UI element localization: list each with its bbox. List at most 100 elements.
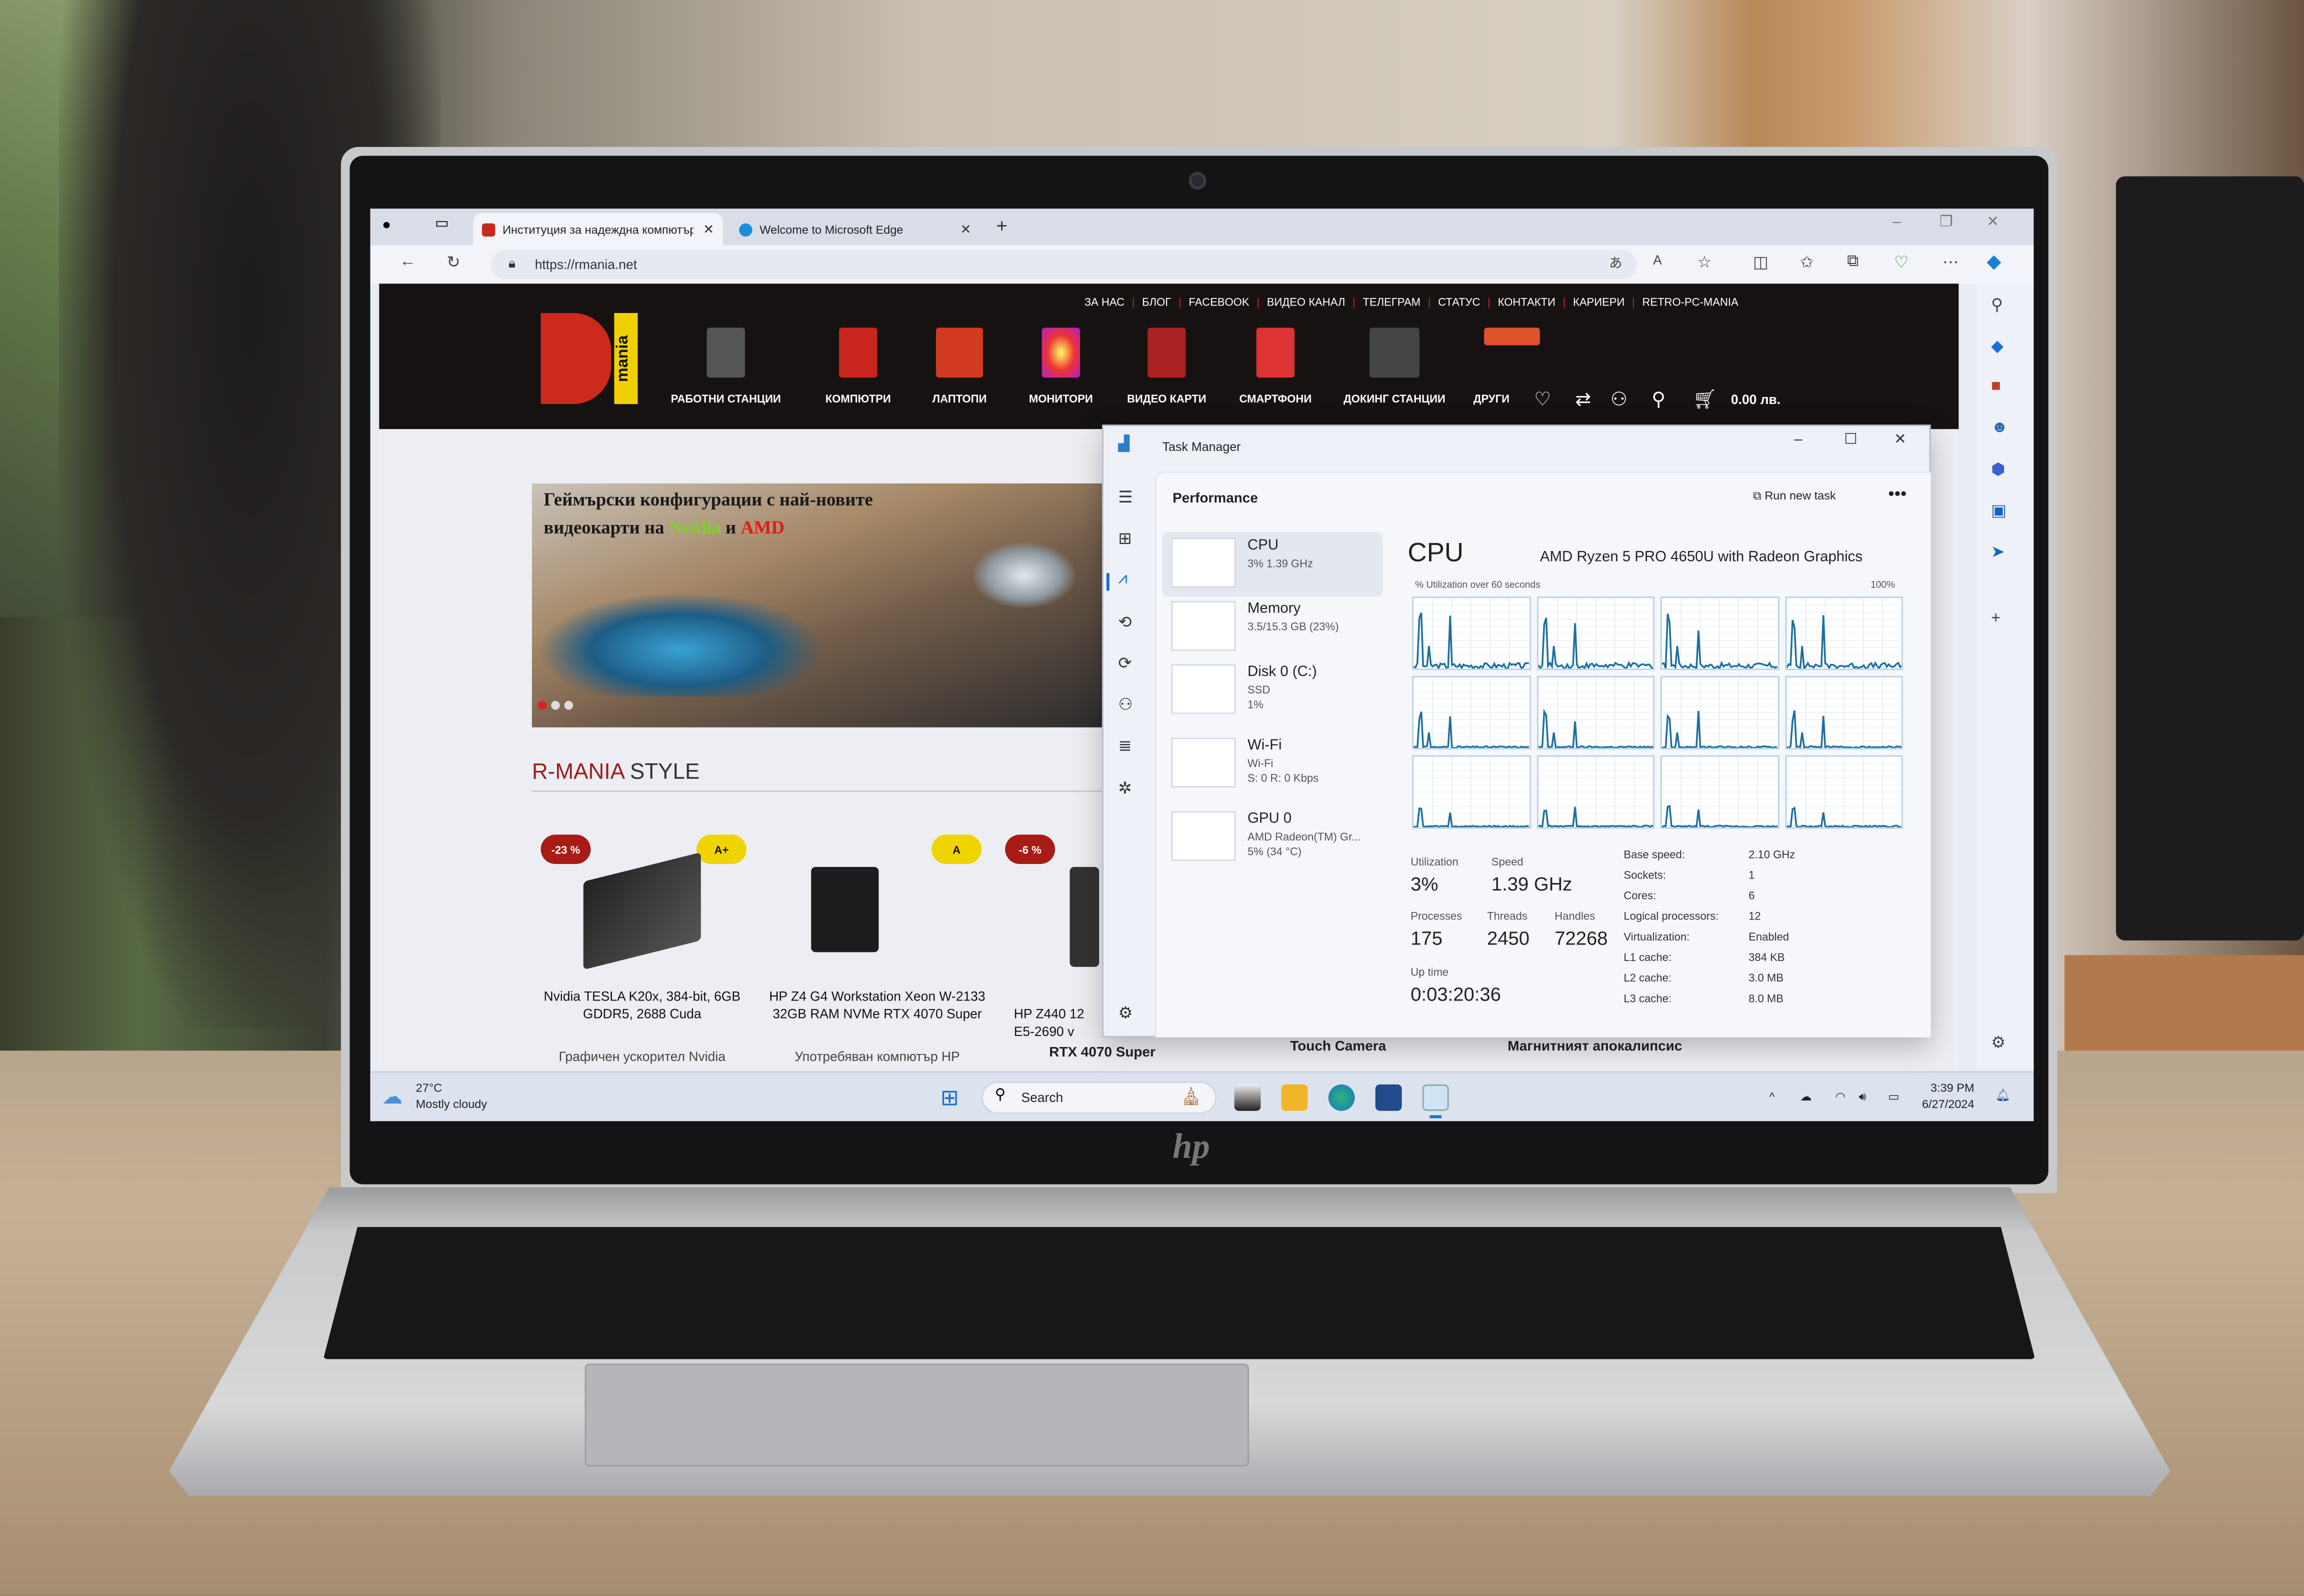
tab-actions-icon[interactable]: ▭ (435, 216, 449, 232)
minimize-icon[interactable]: – (1892, 214, 1900, 230)
close-window-icon[interactable]: ✕ (1986, 214, 1999, 230)
edge-icon[interactable] (1328, 1084, 1355, 1111)
clock[interactable]: 3:39 PM 6/27/2024 (1922, 1080, 1974, 1112)
more-options-button[interactable]: ••• (1888, 484, 1906, 504)
category-computers[interactable]: КОМПЮТРИ (800, 328, 917, 406)
maximize-icon[interactable]: ❐ (1940, 214, 1952, 230)
category-smartphones[interactable]: СМАРТФОНИ (1216, 328, 1334, 406)
cart-icon[interactable]: 🛒︎ (1692, 388, 1717, 412)
rmania-logo[interactable] (540, 312, 612, 404)
carousel-dots[interactable] (538, 700, 574, 710)
split-screen-icon[interactable]: ◫ (1753, 252, 1768, 272)
run-new-task-button[interactable]: ⧉ Run new task (1753, 490, 1836, 504)
address-bar[interactable]: 🔒︎ https://rmania.net (490, 250, 1637, 280)
favorite-star-icon[interactable]: ☆ (1697, 252, 1712, 272)
volume-icon[interactable]: 🔊︎ (1859, 1089, 1866, 1105)
hero-banner[interactable]: Геймърски конфигурации с най-новите виде… (532, 483, 1108, 728)
store-icon[interactable] (1375, 1084, 1402, 1111)
link-careers[interactable]: КАРИЕРИ (1573, 296, 1624, 308)
favorites-icon[interactable]: ✩ (1800, 252, 1814, 272)
close-tab-icon[interactable]: ✕ (703, 221, 714, 237)
hamburger-menu-icon[interactable]: ☰ (1118, 488, 1132, 507)
date: 6/27/2024 (1922, 1098, 1974, 1111)
performance-icon[interactable]: ⩘ (1118, 570, 1127, 589)
account-icon[interactable]: ⚇ (1610, 388, 1628, 412)
category-docking[interactable]: ДОКИНГ СТАНЦИИ (1336, 328, 1453, 406)
processes-icon[interactable]: ⊞ (1118, 529, 1132, 548)
windows-start-icon[interactable]: ⊞ (940, 1084, 959, 1111)
send-icon[interactable]: ➤ (1991, 542, 2004, 561)
tab-rmania[interactable]: Институция за надеждна компютърна техник… (473, 213, 723, 246)
gear-icon[interactable]: ⚙ (1991, 1033, 2006, 1052)
refresh-icon[interactable]: ↻ (446, 252, 460, 272)
product-name[interactable]: Nvidia TESLA K20x, 384-bit, 6GB GDDR5, 2… (532, 988, 752, 1023)
resource-item-memory[interactable]: Memory 3.5/15.3 GB (23%) (1162, 595, 1383, 660)
link-facebook[interactable]: FACEBOOK (1188, 296, 1249, 308)
settings-more-icon[interactable]: ⋯ (1942, 252, 1958, 272)
category-workstations[interactable]: РАБОТНИ СТАНЦИИ (667, 328, 784, 406)
weather-cloud-icon[interactable]: ☁ (382, 1084, 402, 1110)
search-icon[interactable]: ⚲ (1652, 388, 1666, 412)
tab-edge-welcome[interactable]: Welcome to Microsoft Edge ✕ (730, 213, 980, 246)
link-contacts[interactable]: КОНТАКТИ (1498, 296, 1556, 308)
cart-total[interactable]: 0.00 лв. (1731, 392, 1780, 407)
link-blog[interactable]: БЛОГ (1142, 296, 1171, 308)
task-view-icon[interactable] (1234, 1084, 1261, 1111)
product-name[interactable]: HP Z440 12 E5-2690 v (1014, 1005, 1102, 1040)
back-icon[interactable]: ← (400, 252, 416, 270)
tools-icon[interactable]: ■ (1991, 378, 2001, 395)
resource-item-disk[interactable]: Disk 0 (C:) SSD 1% (1162, 658, 1383, 723)
new-tab-button[interactable]: + (996, 214, 1008, 236)
app-history-icon[interactable]: ⟲ (1118, 612, 1132, 632)
compare-icon[interactable]: ⇄ (1575, 388, 1591, 412)
services-icon[interactable]: ✲ (1118, 779, 1132, 798)
translate-icon[interactable]: あ (1609, 252, 1622, 272)
startup-apps-icon[interactable]: ⟳ (1118, 654, 1132, 673)
product-name[interactable]: HP Z4 G4 Workstation Xeon W-2133 32GB RA… (767, 988, 988, 1023)
link-retro[interactable]: RETRO-PC-MANIA (1642, 296, 1738, 308)
category-laptops[interactable]: ЛАПТОПИ (900, 328, 1018, 406)
file-explorer-icon[interactable] (1281, 1084, 1308, 1111)
link-video[interactable]: ВИДЕО КАНАЛ (1267, 296, 1346, 308)
resource-item-gpu[interactable]: GPU 0 AMD Radeon(TM) Gr... 5% (34 °C) (1162, 805, 1383, 870)
minimize-icon[interactable]: – (1794, 432, 1802, 448)
battery-icon[interactable]: ▭ (1888, 1089, 1899, 1105)
resource-item-wifi[interactable]: Wi-Fi Wi-Fi S: 0 R: 0 Kbps (1162, 732, 1383, 796)
tray-chevron-icon[interactable]: ^ (1769, 1089, 1774, 1105)
category-other[interactable]: ДРУГИ (1448, 328, 1540, 406)
onedrive-icon[interactable]: ☁ (1800, 1089, 1812, 1105)
link-about[interactable]: ЗА НАС (1084, 296, 1124, 308)
copilot-icon[interactable]: ◆ (1986, 250, 2001, 274)
category-monitors[interactable]: МОНИТОРИ (1002, 328, 1120, 406)
weather-widget[interactable]: 27°C Mostly cloudy (416, 1080, 487, 1112)
collections-icon[interactable]: ⧉ (1847, 252, 1858, 272)
read-aloud-icon[interactable]: A (1653, 252, 1662, 267)
details-icon[interactable]: ≣ (1118, 736, 1132, 755)
search-icon[interactable]: ⚲ (1991, 296, 2003, 314)
maximize-icon[interactable]: ☐ (1844, 432, 1857, 448)
taskbar-search[interactable]: ⚲ Search ⛪︎ (982, 1081, 1217, 1114)
people-icon[interactable]: ☻ (1991, 419, 2008, 436)
product-name[interactable]: RTX 4070 Super (1049, 1044, 1156, 1060)
resource-item-cpu[interactable]: CPU 3% 1.39 GHz (1162, 532, 1383, 597)
outlook-icon[interactable]: ▣ (1991, 501, 2006, 520)
add-icon[interactable]: + (1991, 610, 2000, 628)
product-name[interactable]: Touch Camera (1290, 1039, 1386, 1055)
task-manager-icon[interactable] (1422, 1084, 1449, 1111)
wishlist-heart-icon[interactable]: ♡ (1534, 388, 1551, 412)
product-name[interactable]: Магнитният апокалипсис (1508, 1039, 1682, 1055)
wifi-icon[interactable]: ◠ (1836, 1089, 1846, 1105)
profile-icon[interactable]: ● (382, 218, 391, 234)
settings-gear-icon[interactable]: ⚙ (1118, 1004, 1132, 1022)
close-tab-icon[interactable]: ✕ (960, 221, 971, 237)
link-status[interactable]: СТАТУС (1438, 296, 1480, 308)
browser-essentials-icon[interactable]: ♡ (1894, 252, 1908, 272)
close-icon[interactable]: ✕ (1894, 432, 1906, 448)
task-manager-window[interactable]: ▟ Task Manager – ☐ ✕ ☰ ⊞ ⩘ ⟲ ⟳ ⚇ ≣ ✲ ⚙ P… (1102, 424, 1931, 1038)
shopping-tag-icon[interactable]: ◆ (1991, 336, 2004, 356)
link-telegram[interactable]: ТЕЛЕГРАМ (1362, 296, 1420, 308)
notifications-bell-icon[interactable]: 🔔︎ (1996, 1088, 2010, 1104)
users-icon[interactable]: ⚇ (1118, 695, 1132, 714)
office-icon[interactable]: ⬢ (1991, 460, 2005, 479)
category-gpus[interactable]: ВИДЕО КАРТИ (1108, 328, 1226, 406)
